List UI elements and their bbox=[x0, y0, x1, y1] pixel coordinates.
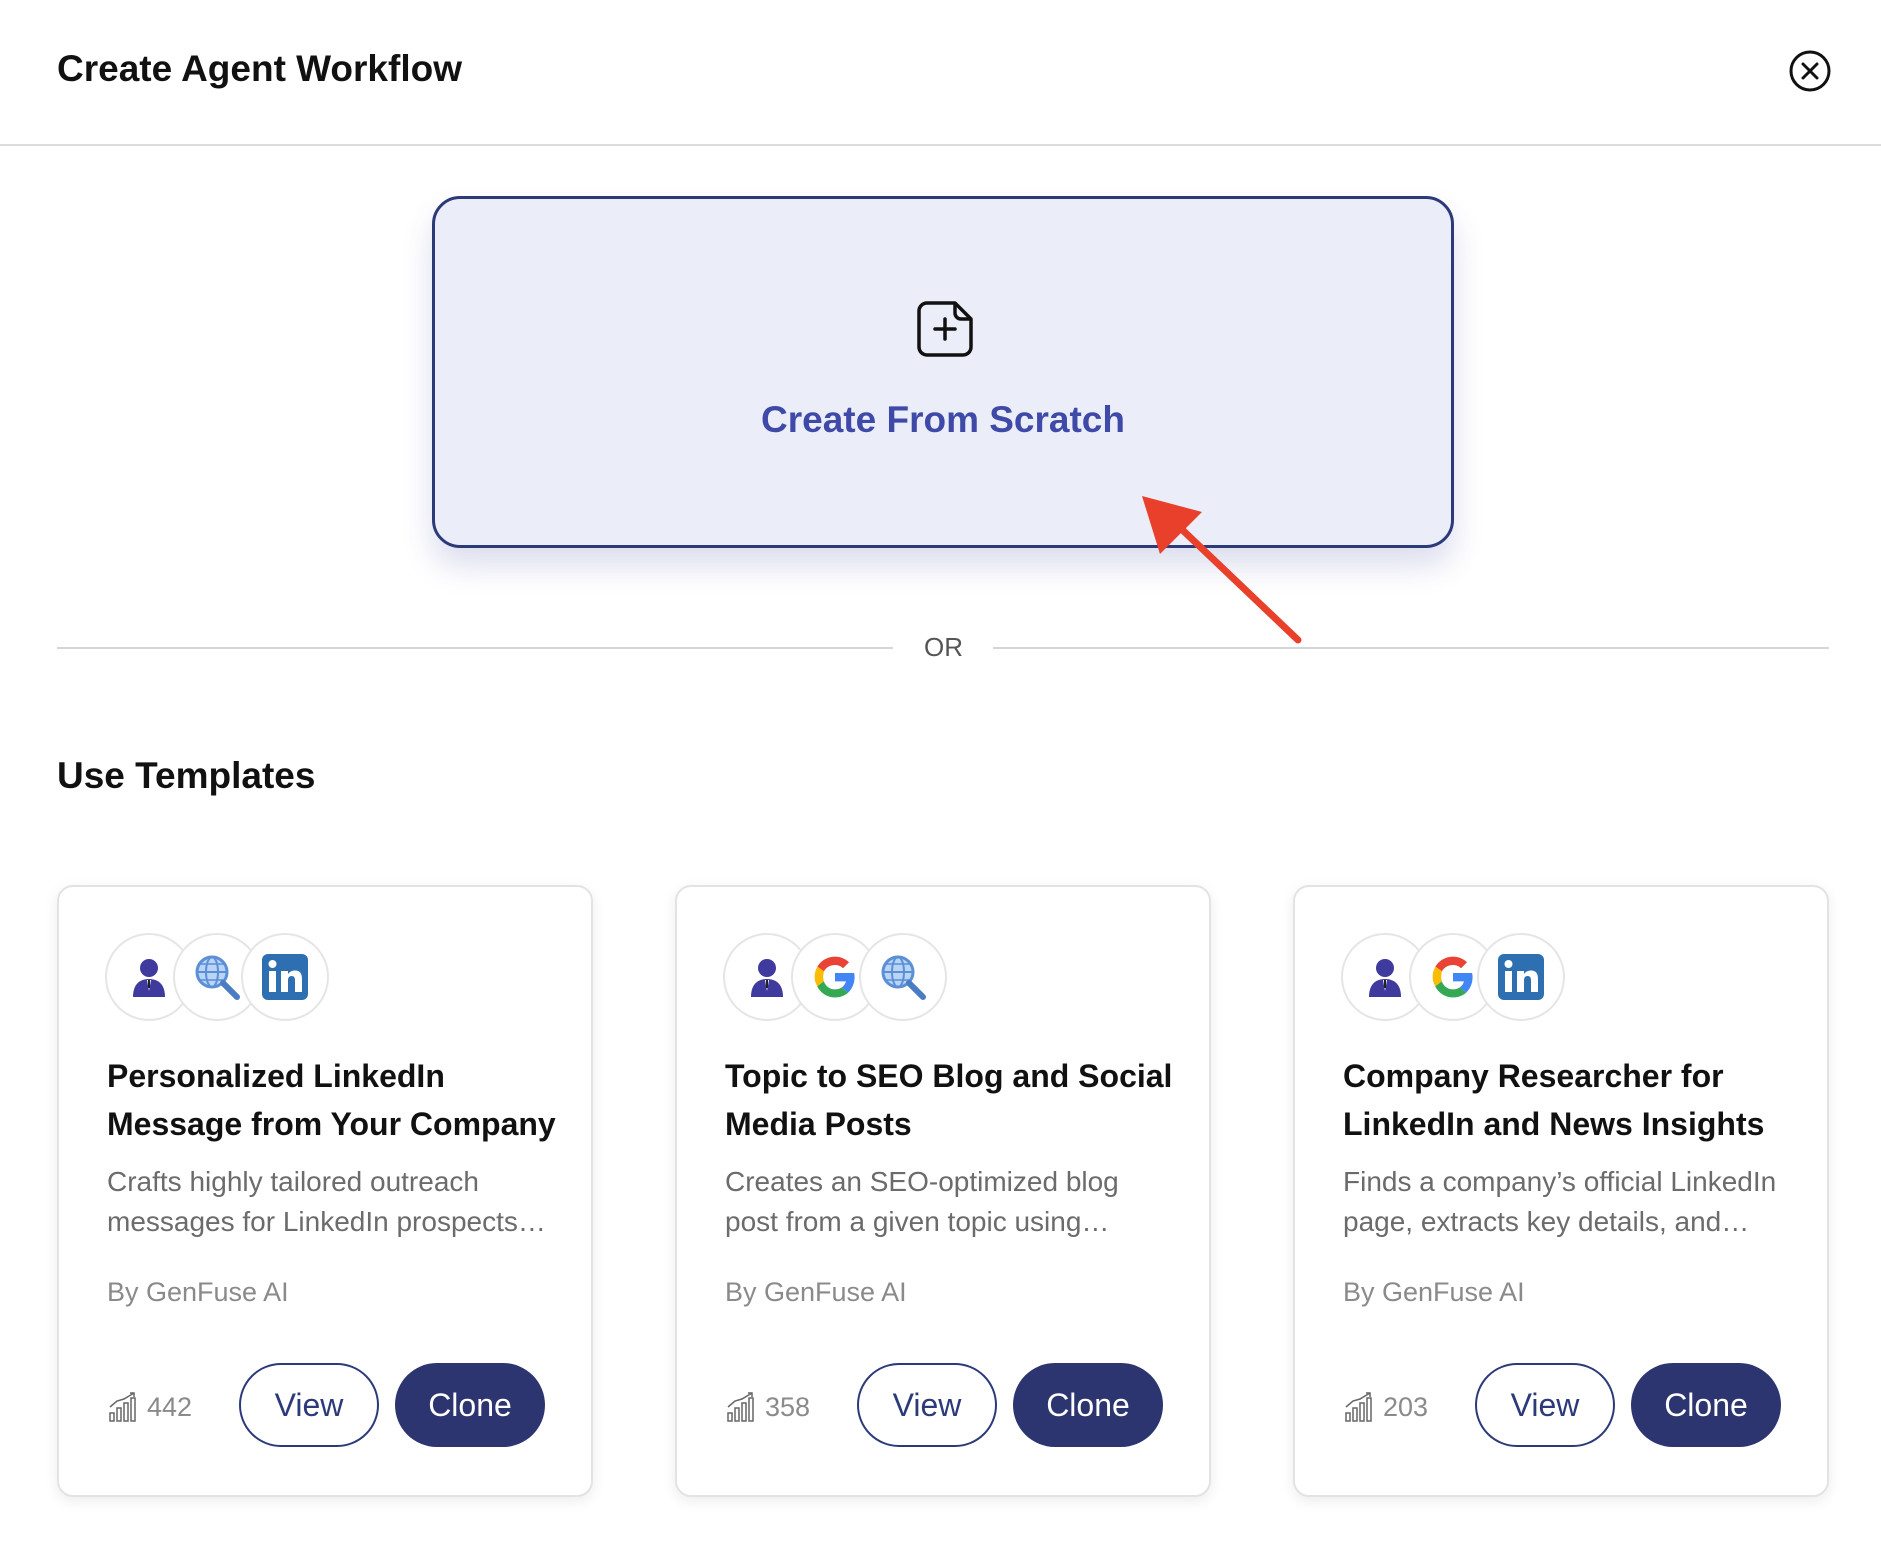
view-button[interactable]: View bbox=[857, 1363, 997, 1447]
annotation-arrow-icon bbox=[1142, 496, 1302, 644]
view-button[interactable]: View bbox=[1475, 1363, 1615, 1447]
template-usage-count: 358 bbox=[765, 1391, 811, 1422]
template-integration-icons bbox=[723, 933, 1023, 1025]
template-integration-icons bbox=[1341, 933, 1641, 1025]
divider-or-label: OR bbox=[924, 632, 963, 662]
clone-button[interactable]: Clone bbox=[1013, 1363, 1163, 1447]
template-integration-icons bbox=[105, 933, 405, 1025]
template-description: Creates an SEO-optimized blog post from … bbox=[725, 1166, 1119, 1237]
template-card[interactable]: Personalized LinkedIn Message from Your … bbox=[57, 885, 593, 1497]
template-usage-stats: 203 bbox=[1343, 1387, 1428, 1427]
usage-chart-icon bbox=[1345, 1392, 1372, 1422]
linkedin-icon bbox=[1477, 933, 1565, 1021]
template-title: Topic to SEO Blog and Social Media Posts bbox=[725, 1058, 1173, 1142]
template-title: Company Researcher for LinkedIn and News… bbox=[1343, 1058, 1765, 1142]
template-usage-count: 203 bbox=[1383, 1391, 1429, 1422]
new-document-plus-icon bbox=[917, 301, 973, 357]
template-card[interactable]: Topic to SEO Blog and Social Media Posts… bbox=[675, 885, 1211, 1497]
template-usage-count: 442 bbox=[147, 1391, 193, 1422]
template-card[interactable]: Company Researcher for LinkedIn and News… bbox=[1293, 885, 1829, 1497]
clone-button[interactable]: Clone bbox=[395, 1363, 545, 1447]
template-author: By GenFuse AI bbox=[1343, 1277, 1525, 1307]
template-description: Crafts highly tailored outreach messages… bbox=[107, 1166, 546, 1237]
web-search-icon bbox=[859, 933, 947, 1021]
divider-line-left bbox=[57, 647, 893, 649]
use-templates-heading: Use Templates bbox=[57, 755, 316, 796]
linkedin-icon bbox=[241, 933, 329, 1021]
template-author: By GenFuse AI bbox=[725, 1277, 907, 1307]
divider-line-right bbox=[993, 647, 1829, 649]
close-circle-icon bbox=[1789, 50, 1831, 92]
dialog-header: Create Agent Workflow bbox=[0, 0, 1881, 146]
template-description: Finds a company’s official LinkedIn page… bbox=[1343, 1166, 1777, 1237]
view-button[interactable]: View bbox=[239, 1363, 379, 1447]
close-button[interactable] bbox=[1788, 49, 1832, 93]
usage-chart-icon bbox=[109, 1392, 136, 1422]
dialog-title: Create Agent Workflow bbox=[57, 48, 462, 89]
template-author: By GenFuse AI bbox=[107, 1277, 289, 1307]
clone-button[interactable]: Clone bbox=[1631, 1363, 1781, 1447]
template-usage-stats: 358 bbox=[725, 1387, 810, 1427]
template-title: Personalized LinkedIn Message from Your … bbox=[107, 1058, 556, 1142]
create-from-scratch-label: Create From Scratch bbox=[761, 399, 1125, 440]
usage-chart-icon bbox=[727, 1392, 754, 1422]
template-usage-stats: 442 bbox=[107, 1387, 192, 1427]
